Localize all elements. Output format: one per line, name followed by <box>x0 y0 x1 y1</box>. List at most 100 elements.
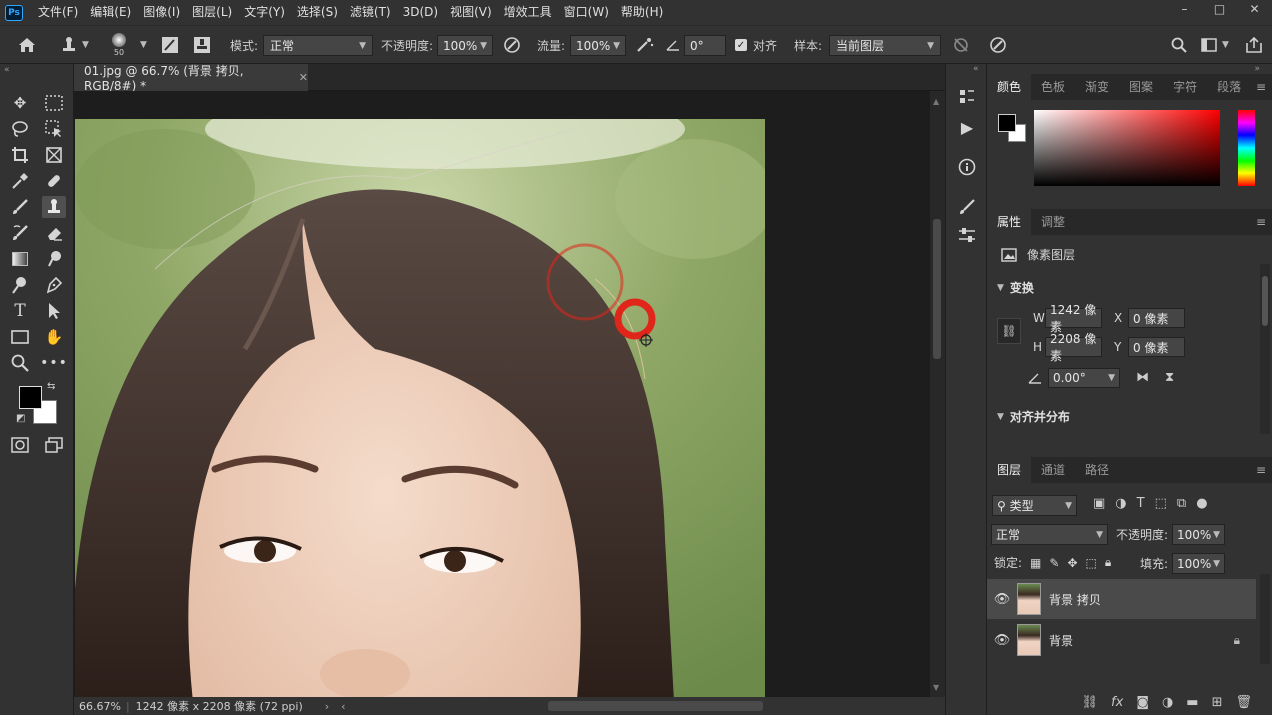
menu-image[interactable]: 图像(I) <box>137 0 186 25</box>
marquee-tool[interactable] <box>42 92 66 114</box>
flip-vertical-button[interactable]: ⧗ <box>1165 370 1174 385</box>
hue-slider[interactable] <box>1238 110 1255 186</box>
healing-brush-tool[interactable] <box>42 170 66 192</box>
gradient-tool[interactable] <box>8 248 32 270</box>
airbrush-button[interactable] <box>635 26 655 64</box>
collapse-arrows-icon[interactable]: « <box>4 65 10 75</box>
visibility-eye-icon[interactable]: 👁︎ <box>987 592 1017 607</box>
tab-swatches[interactable]: 色板 <box>1031 74 1075 100</box>
screen-mode-button[interactable] <box>42 434 66 456</box>
object-selection-tool[interactable] <box>42 118 66 140</box>
panel-menu-icon[interactable]: ≡ <box>1256 463 1266 477</box>
ignore-adjustment-layers-button[interactable] <box>952 26 970 64</box>
crop-tool[interactable] <box>8 144 32 166</box>
scroll-up-icon[interactable]: ▲ <box>933 97 939 106</box>
tab-adjustments[interactable]: 调整 <box>1031 209 1075 235</box>
tab-paths[interactable]: 路径 <box>1075 457 1119 483</box>
brush-angle-input[interactable]: 0° <box>684 35 726 56</box>
fx-icon[interactable]: fx <box>1111 695 1123 710</box>
home-button[interactable] <box>18 26 36 64</box>
swap-colors-icon[interactable]: ⇆ <box>47 381 55 392</box>
filter-type-icon[interactable]: T <box>1137 496 1145 511</box>
maximize-button[interactable]: □ <box>1202 0 1237 18</box>
filter-toggle-icon[interactable]: ● <box>1196 496 1207 511</box>
link-layers-icon[interactable]: ⛓ <box>1082 695 1099 710</box>
brush-size-picker[interactable]: 50 <box>112 26 126 64</box>
brush-settings-panel-button[interactable] <box>955 196 979 218</box>
x-input[interactable]: 0 像素 <box>1128 308 1185 328</box>
color-picker-field[interactable] <box>1034 110 1220 186</box>
collapse-arrows-icon[interactable]: » <box>1254 64 1260 74</box>
vertical-scroll-thumb[interactable] <box>933 219 941 359</box>
edit-toolbar-button[interactable]: ••• <box>40 352 67 374</box>
rectangle-tool[interactable] <box>8 326 32 348</box>
filter-pixel-icon[interactable]: ▣ <box>1093 496 1105 511</box>
menu-view[interactable]: 视图(V) <box>444 0 498 25</box>
minimize-button[interactable]: – <box>1167 0 1202 18</box>
close-window-button[interactable]: ✕ <box>1237 0 1272 18</box>
pressure-size-button[interactable] <box>989 26 1007 64</box>
aligned-checkbox[interactable]: ✓ 对齐 <box>735 26 777 64</box>
tab-color[interactable]: 颜色 <box>987 74 1032 100</box>
zoom-level[interactable]: 66.67% <box>74 700 126 713</box>
eraser-tool[interactable] <box>42 222 66 244</box>
lock-artboard-icon[interactable]: ⬚ <box>1086 556 1097 570</box>
hand-tool[interactable]: ✋ <box>42 326 66 348</box>
filter-adjustment-icon[interactable]: ◑ <box>1115 496 1126 511</box>
rotation-input[interactable]: 0.00° ▼ <box>1048 368 1120 388</box>
dodge-tool[interactable] <box>8 274 32 296</box>
toggle-brush-settings-button[interactable] <box>161 26 179 64</box>
vertical-scrollbar[interactable]: ▲ ▼ <box>930 91 945 697</box>
mode-select[interactable]: 正常 ▼ <box>263 35 373 56</box>
quick-mask-button[interactable] <box>8 434 32 456</box>
lasso-tool[interactable] <box>8 118 32 140</box>
lock-position-icon[interactable]: ✥ <box>1067 556 1077 570</box>
menu-file[interactable]: 文件(F) <box>32 0 84 25</box>
type-tool[interactable]: T <box>8 300 32 322</box>
menu-edit[interactable]: 编辑(E) <box>84 0 137 25</box>
scroll-down-icon[interactable]: ▼ <box>933 683 939 692</box>
menu-filter[interactable]: 滤镜(T) <box>344 0 397 25</box>
tab-layers[interactable]: 图层 <box>987 457 1032 483</box>
menu-window[interactable]: 窗口(W) <box>558 0 615 25</box>
layer-fill-input[interactable]: 100% ▼ <box>1172 553 1225 574</box>
frame-tool[interactable] <box>42 144 66 166</box>
workspace-button[interactable]: ▼ <box>1201 26 1229 64</box>
tab-properties[interactable]: 属性 <box>987 209 1032 235</box>
add-mask-icon[interactable]: ◙ <box>1136 695 1149 710</box>
foreground-color-swatch[interactable] <box>19 386 42 409</box>
delete-layer-icon[interactable]: 🗑︎ <box>1235 695 1252 710</box>
visibility-eye-icon[interactable]: 👁︎ <box>987 633 1017 648</box>
menu-layer[interactable]: 图层(L) <box>186 0 238 25</box>
share-button[interactable] <box>1245 26 1263 64</box>
clone-stamp-preset-picker[interactable]: ▼ <box>60 26 89 64</box>
flip-horizontal-button[interactable]: ⧓ <box>1136 370 1149 385</box>
menu-3d[interactable]: 3D(D) <box>397 0 444 25</box>
search-button[interactable] <box>1171 26 1187 64</box>
tab-patterns[interactable]: 图案 <box>1119 74 1163 100</box>
lock-image-icon[interactable]: ✎ <box>1049 556 1059 570</box>
tab-channels[interactable]: 通道 <box>1031 457 1075 483</box>
brush-tool[interactable] <box>8 196 32 218</box>
history-brush-tool[interactable] <box>8 222 32 244</box>
menu-type[interactable]: 文字(Y) <box>238 0 291 25</box>
menu-plugins[interactable]: 增效工具 <box>498 0 558 25</box>
lock-all-icon[interactable]: 🔒︎ <box>1105 555 1111 570</box>
document-canvas[interactable] <box>75 119 765 697</box>
toggle-clone-source-button[interactable] <box>193 26 211 64</box>
layer-filter-select[interactable]: ⚲ 类型 ▼ <box>992 495 1077 516</box>
default-colors-icon[interactable]: ◩ <box>16 413 25 424</box>
properties-scroll-thumb[interactable] <box>1262 276 1268 326</box>
clone-stamp-tool[interactable] <box>42 196 66 218</box>
lock-transparent-icon[interactable]: ▦ <box>1030 556 1041 570</box>
panel-menu-icon[interactable]: ≡ <box>1256 215 1266 229</box>
layer-row-background[interactable]: 👁︎ 背景 🔒︎ <box>987 620 1256 660</box>
canvas-area[interactable] <box>74 91 930 697</box>
move-tool[interactable]: ✥ <box>8 92 32 114</box>
tab-paragraph[interactable]: 段落 <box>1207 74 1251 100</box>
layer-row-background-copy[interactable]: 👁︎ 背景 拷贝 <box>987 579 1256 619</box>
tab-character[interactable]: 字符 <box>1163 74 1207 100</box>
pen-tool[interactable] <box>42 274 66 296</box>
align-section-header[interactable]: ▼ 对齐并分布 <box>997 408 1070 425</box>
color-panel-foreground-swatch[interactable] <box>998 114 1016 132</box>
